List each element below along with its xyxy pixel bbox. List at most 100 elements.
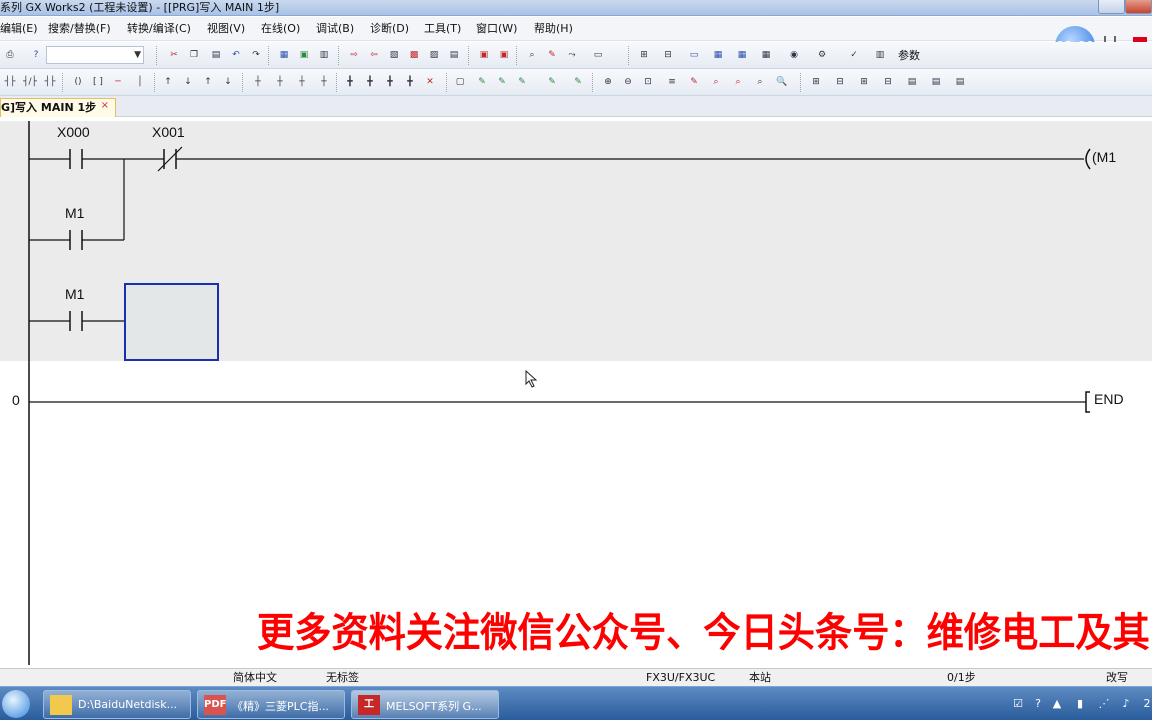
menu-help[interactable]: 帮助(H) xyxy=(534,21,573,37)
help-tray-icon[interactable]: ? xyxy=(1031,697,1045,711)
minimize-button[interactable] xyxy=(1098,0,1125,14)
arrow-up-icon[interactable]: ▲ xyxy=(1050,697,1064,711)
menu-window[interactable]: 窗口(W) xyxy=(476,21,517,37)
menu-tools[interactable]: 工具(T) xyxy=(424,21,461,37)
line-draw-icon[interactable]: ╋ xyxy=(342,74,358,90)
end-instruction-label[interactable]: END xyxy=(1094,391,1124,407)
help-icon[interactable]: ? xyxy=(28,47,44,63)
print-icon[interactable]: ⎙ xyxy=(2,47,18,63)
comment-icon[interactable]: ▢ xyxy=(452,74,468,90)
instruction-icon[interactable]: [ ] xyxy=(90,74,106,90)
parameter-label[interactable]: 参数 xyxy=(898,47,920,63)
network-icon[interactable]: ⋰ xyxy=(1097,697,1111,711)
vertical-line-icon[interactable]: │ xyxy=(132,74,148,90)
read-mode-icon[interactable]: ⌕ xyxy=(708,74,724,90)
battery-icon[interactable]: ▮ xyxy=(1073,697,1087,711)
cut-icon[interactable]: ✂ xyxy=(166,47,182,63)
undo-icon[interactable]: ↶ xyxy=(228,47,244,63)
write-icon[interactable]: ▣ xyxy=(296,47,312,63)
note-icon[interactable]: ✎ xyxy=(494,74,510,90)
parallel-rising-icon[interactable]: ↑ xyxy=(200,74,216,90)
clock-fragment[interactable]: 2 xyxy=(1140,697,1152,711)
horizontal-line-icon[interactable]: ─ xyxy=(110,74,126,90)
diagnostics-icon[interactable]: ⚙ xyxy=(814,47,830,63)
operation-result-icon[interactable]: ┼ xyxy=(272,74,288,90)
ladder-option-icon[interactable]: ▤ xyxy=(952,74,968,90)
device-icon[interactable]: ▦ xyxy=(276,47,292,63)
jump-icon[interactable]: ⤳ xyxy=(564,47,580,63)
contact-nc-icon[interactable]: ┤/├ xyxy=(22,74,38,90)
menu-search-replace[interactable]: 搜索/替换(F) xyxy=(48,21,111,37)
zoom-fit-icon[interactable]: ⊡ xyxy=(640,74,656,90)
taskbar-item-pdf[interactable]: PDF 《精》三菱PLC指... xyxy=(197,690,345,719)
monitor-stop-icon[interactable]: ▨ xyxy=(426,47,442,63)
parameter-icon[interactable]: ▥ xyxy=(872,47,888,63)
menu-convert-compile[interactable]: 转换/编译(C) xyxy=(127,21,191,37)
tab-main-program[interactable]: G]写入 MAIN 1步 × xyxy=(0,98,116,117)
device-batch-icon[interactable]: ▦ xyxy=(734,47,750,63)
menu-online[interactable]: 在线(O) xyxy=(261,21,300,37)
coil-icon[interactable]: () xyxy=(70,74,86,90)
display-icon[interactable]: ▭ xyxy=(590,47,606,63)
pulse-falling-icon[interactable]: ┼ xyxy=(316,74,332,90)
check-icon[interactable]: ✓ xyxy=(846,47,862,63)
menu-debug[interactable]: 调试(B) xyxy=(316,21,354,37)
taskbar-item-explorer[interactable]: D:\BaiduNetdisk... xyxy=(43,690,191,719)
project-combo[interactable]: ▼ xyxy=(46,46,144,64)
taskbar-item-melsoft[interactable]: 工 MELSOFT系列 G... xyxy=(351,690,499,719)
device-label-m1[interactable]: M1 xyxy=(65,205,84,221)
zoom-out-icon[interactable]: ⊖ xyxy=(620,74,636,90)
coil-label-m1[interactable]: (M1 xyxy=(1092,149,1116,165)
line-delete-icon[interactable]: ╋ xyxy=(362,74,378,90)
line-delete-sf9-icon[interactable]: ✕ xyxy=(422,74,438,90)
pulse-icon[interactable]: ┼ xyxy=(294,74,310,90)
comment-edit-icon[interactable]: ✎ xyxy=(570,74,586,90)
window-icon[interactable]: ▭ xyxy=(686,47,702,63)
simulation-stop-icon[interactable]: ▣ xyxy=(496,47,512,63)
device-label-x000[interactable]: X000 xyxy=(57,124,90,140)
line-draw-ca-icon[interactable]: ╋ xyxy=(382,74,398,90)
menu-view[interactable]: 视图(V) xyxy=(207,21,245,37)
line-f10-icon[interactable]: ╋ xyxy=(402,74,418,90)
pattern-icon[interactable]: ▤ xyxy=(928,74,944,90)
delete-column-icon[interactable]: ⊟ xyxy=(880,74,896,90)
read-from-plc-icon[interactable]: ⇦ xyxy=(366,47,382,63)
falling-edge-icon[interactable]: ↓ xyxy=(180,74,196,90)
ladder-mode-icon[interactable]: ≡ xyxy=(664,74,680,90)
contact-no-icon[interactable]: ┤├ xyxy=(2,74,18,90)
template-icon[interactable]: ▤ xyxy=(904,74,920,90)
parallel-falling-icon[interactable]: ↓ xyxy=(220,74,236,90)
monitor-mode-icon[interactable]: ⌕ xyxy=(730,74,746,90)
monitor-icon[interactable]: ▩ xyxy=(406,47,422,63)
start-button[interactable] xyxy=(2,690,30,718)
close-button[interactable] xyxy=(1125,0,1152,14)
annotation-icon[interactable]: ✎ xyxy=(514,74,530,90)
invert-icon[interactable]: ┼ xyxy=(250,74,266,90)
edit-cursor[interactable] xyxy=(124,283,219,361)
verify-icon[interactable]: ▧ xyxy=(386,47,402,63)
project-tree-icon[interactable]: ⊞ xyxy=(636,47,652,63)
insert-column-icon[interactable]: ⊞ xyxy=(856,74,872,90)
watch-icon[interactable]: ◉ xyxy=(786,47,802,63)
ladder-editor[interactable]: X000 X001 M1 M1 (M1 0 END xyxy=(0,117,1152,668)
device-label-m1-second[interactable]: M1 xyxy=(65,286,84,302)
statement-icon[interactable]: ✎ xyxy=(474,74,490,90)
delete-row-icon[interactable]: ⊟ xyxy=(832,74,848,90)
parallel-no-icon[interactable]: ┤├ xyxy=(42,74,58,90)
device-label-x001[interactable]: X001 xyxy=(152,124,185,140)
replace-icon[interactable]: ✎ xyxy=(544,47,560,63)
zoom-icon[interactable]: 🔍 xyxy=(774,74,790,90)
write-mode-icon[interactable]: ✎ xyxy=(686,74,702,90)
device-list-icon[interactable]: ▦ xyxy=(710,47,726,63)
menu-diagnostics[interactable]: 诊断(D) xyxy=(370,21,409,37)
simulation-start-icon[interactable]: ▣ xyxy=(476,47,492,63)
rising-edge-icon[interactable]: ↑ xyxy=(160,74,176,90)
close-icon[interactable]: × xyxy=(101,100,109,111)
write-to-plc-icon[interactable]: ⇨ xyxy=(346,47,362,63)
paste-icon[interactable]: ▤ xyxy=(208,47,224,63)
read-icon[interactable]: ▥ xyxy=(316,47,332,63)
copy-icon[interactable]: ❐ xyxy=(186,47,202,63)
find-icon[interactable]: ⌕ xyxy=(524,47,540,63)
checkbox-tray-icon[interactable]: ☑ xyxy=(1011,697,1025,711)
monitor-write-icon[interactable]: ⌕ xyxy=(752,74,768,90)
